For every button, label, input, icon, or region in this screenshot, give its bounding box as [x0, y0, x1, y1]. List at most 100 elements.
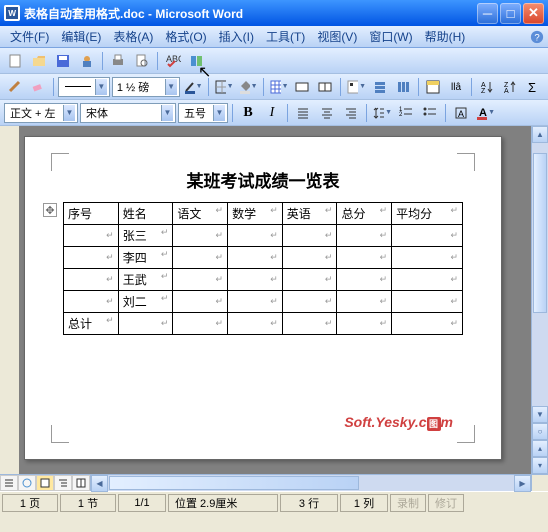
table-cell: 英语↵ [282, 203, 337, 225]
table-cell: ↵ [173, 247, 228, 269]
outline-view-button[interactable] [54, 475, 72, 491]
autosum-button[interactable]: Σ [523, 76, 544, 98]
font-color-button[interactable]: A▼ [474, 102, 496, 124]
prev-page-button[interactable]: ▴ [532, 440, 548, 457]
normal-view-button[interactable] [0, 475, 18, 491]
toolbar-formatting: 正文 + 左▼ 宋体▼ 五号▼ B I ▼ 12 A A▼ [0, 100, 548, 126]
font-combo[interactable]: 宋体▼ [80, 103, 176, 123]
web-view-button[interactable] [18, 475, 36, 491]
scroll-right-button[interactable]: ▶ [514, 475, 531, 492]
distribute-cols-button[interactable] [392, 76, 413, 98]
vertical-scrollbar[interactable]: ▲ ▼ ○ ▴ ▾ [531, 126, 548, 474]
size-combo[interactable]: 五号▼ [178, 103, 228, 123]
scroll-thumb[interactable] [533, 153, 547, 313]
align-button[interactable]: ▼ [345, 76, 367, 98]
sort-desc-button[interactable]: ZA [500, 76, 521, 98]
table-cell: ↵ [173, 225, 228, 247]
status-record[interactable]: 录制 [390, 494, 426, 512]
table-cell: ↵ [64, 247, 119, 269]
table-cell: ↵ [173, 269, 228, 291]
line-spacing-button[interactable]: ▼ [371, 102, 393, 124]
status-line: 3 行 [280, 494, 338, 512]
spell-button[interactable]: ABC [162, 50, 184, 72]
minimize-button[interactable]: ─ [477, 3, 498, 24]
table-move-handle[interactable]: ✥ [43, 203, 57, 217]
horizontal-scrollbar-row: ◀ ▶ [0, 474, 548, 491]
shading-button[interactable]: ▼ [237, 76, 259, 98]
table-row: ↵王武↵↵↵↵↵↵ [64, 269, 463, 291]
draw-table-button[interactable] [4, 76, 25, 98]
menu-format[interactable]: 格式(O) [159, 26, 212, 47]
maximize-button[interactable]: □ [500, 3, 521, 24]
align-center-button[interactable] [316, 102, 338, 124]
menu-window[interactable]: 窗口(W) [363, 26, 418, 47]
table-cell: ↵ [228, 313, 283, 335]
table-cell: ↵ [282, 247, 337, 269]
menu-edit[interactable]: 编辑(E) [55, 26, 107, 47]
menu-view[interactable]: 视图(V) [311, 26, 363, 47]
vertical-ruler[interactable] [0, 126, 20, 474]
distribute-rows-button[interactable] [369, 76, 390, 98]
table-cell: 总分↵ [337, 203, 392, 225]
align-right-button[interactable] [340, 102, 362, 124]
merge-cells-button[interactable] [292, 76, 313, 98]
italic-button[interactable]: I [261, 102, 283, 124]
menu-insert[interactable]: 插入(I) [213, 26, 260, 47]
insert-table-button[interactable]: ▼ [268, 76, 290, 98]
save-button[interactable] [52, 50, 74, 72]
menu-bar: 文件(F) 编辑(E) 表格(A) 格式(O) 插入(I) 工具(T) 视图(V… [0, 26, 548, 48]
eraser-button[interactable] [27, 76, 48, 98]
scroll-left-button[interactable]: ◀ [91, 475, 108, 492]
close-button[interactable]: ✕ [523, 3, 544, 24]
svg-text:llâ: llâ [451, 82, 461, 93]
table-cell: ↵ [228, 291, 283, 313]
exam-table[interactable]: 序号 姓名 语文↵ 数学↵ 英语↵ 总分↵ 平均分↵ ↵张三↵↵↵↵↵↵ ↵李四… [63, 202, 463, 335]
watermark: Soft.Yesky.c图m [344, 414, 453, 431]
next-page-button[interactable]: ▾ [532, 457, 548, 474]
research-button[interactable] [186, 50, 208, 72]
border-color-button[interactable]: ▼ [182, 76, 204, 98]
menu-table[interactable]: 表格(A) [107, 26, 159, 47]
split-cells-button[interactable] [315, 76, 336, 98]
menu-tools[interactable]: 工具(T) [260, 26, 311, 47]
table-cell: ↵ [228, 269, 283, 291]
help-icon[interactable]: ? [530, 30, 544, 44]
line-style-combo[interactable]: ▼ [58, 77, 110, 97]
browse-object-button[interactable]: ○ [532, 423, 548, 440]
scroll-up-button[interactable]: ▲ [532, 126, 548, 143]
table-row: ↵张三↵↵↵↵↵↵ [64, 225, 463, 247]
print-button[interactable] [107, 50, 129, 72]
toolbar-standard: ABC ↖ [0, 48, 548, 74]
status-revision[interactable]: 修订 [428, 494, 464, 512]
menu-help[interactable]: 帮助(H) [419, 26, 472, 47]
autoformat-button[interactable] [423, 76, 444, 98]
bold-button[interactable]: B [237, 102, 259, 124]
numbering-button[interactable]: 12 [395, 102, 417, 124]
bullets-button[interactable] [419, 102, 441, 124]
table-cell: ↵ [64, 291, 119, 313]
open-button[interactable] [28, 50, 50, 72]
table-cell: ↵ [118, 313, 173, 335]
margin-corner-icon [51, 425, 69, 443]
new-button[interactable] [4, 50, 26, 72]
reading-view-button[interactable] [72, 475, 90, 491]
table-cell: ↵ [337, 247, 392, 269]
sort-asc-button[interactable]: AZ [476, 76, 497, 98]
table-cell: ↵ [282, 225, 337, 247]
char-border-button[interactable]: A [450, 102, 472, 124]
align-both-button[interactable] [292, 102, 314, 124]
document-title[interactable]: 某班考试成绩一览表 [63, 167, 463, 192]
preview-button[interactable] [131, 50, 153, 72]
borders-button[interactable]: ▼ [213, 76, 235, 98]
table-cell: 总计↵ [64, 313, 119, 335]
text-direction-button[interactable]: llâ [446, 76, 467, 98]
page-viewport[interactable]: ✥ 某班考试成绩一览表 序号 姓名 语文↵ 数学↵ 英语↵ 总分↵ 平均分↵ ↵… [20, 126, 548, 474]
style-combo[interactable]: 正文 + 左▼ [4, 103, 78, 123]
scroll-thumb-h[interactable] [109, 476, 359, 490]
menu-file[interactable]: 文件(F) [4, 26, 55, 47]
print-layout-view-button[interactable] [36, 475, 54, 491]
scroll-down-button[interactable]: ▼ [532, 406, 548, 423]
permission-button[interactable] [76, 50, 98, 72]
line-weight-combo[interactable]: 1 ½ 磅▼ [112, 77, 180, 97]
window-title: 表格自动套用格式.doc - Microsoft Word [24, 5, 477, 22]
